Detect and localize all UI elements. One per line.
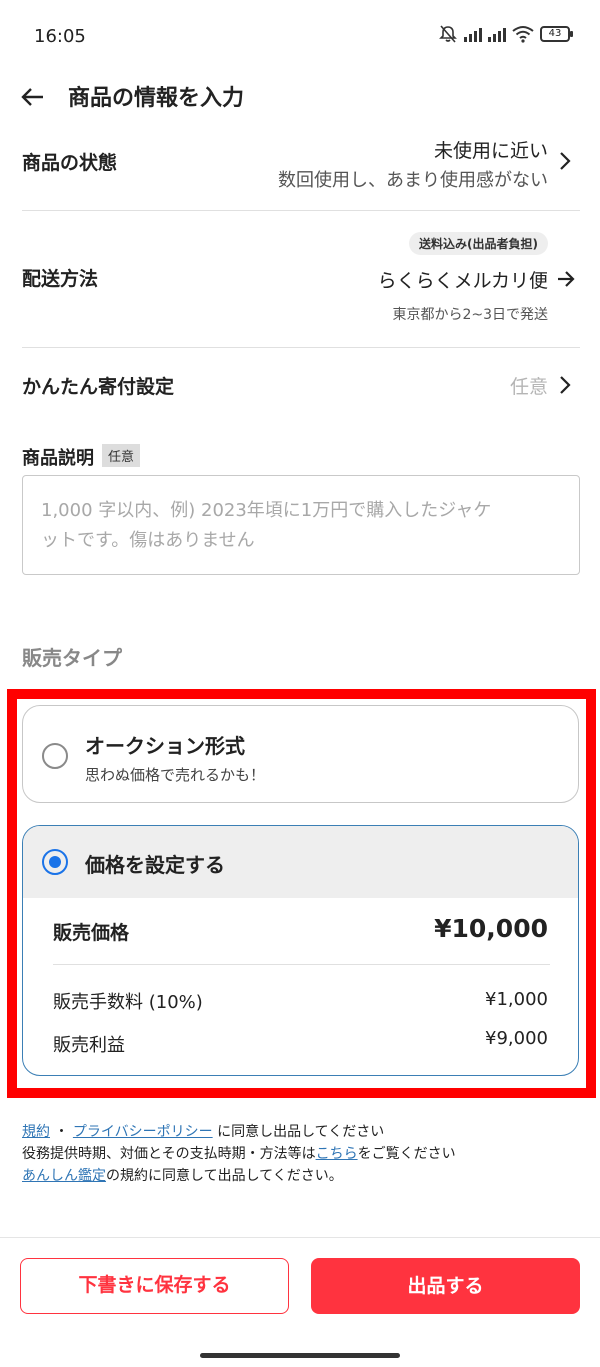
description-label: 商品説明 任意 <box>22 444 141 470</box>
signal-icon <box>464 26 482 42</box>
shipping-method: らくらくメルカリ便 <box>377 270 548 292</box>
condition-description: 数回使用し、あまり使用感がない <box>278 170 548 191</box>
auction-radio[interactable] <box>42 743 68 769</box>
shipping-badge: 送料込み(出品者負担) <box>409 232 548 255</box>
shipping-row[interactable]: 配送方法 送料込み(出品者負担) らくらくメルカリ便 東京都から2~3日で発送 <box>22 232 580 327</box>
profit-label: 販売利益 <box>53 1035 125 1056</box>
chevron-right-icon <box>560 376 571 394</box>
description-input[interactable]: 1,000 字以内、例) 2023年頃に1万円で購入したジャケ ットです。傷はあ… <box>22 475 580 575</box>
profit-value: ¥9,000 <box>485 1028 548 1049</box>
description-placeholder-line1: 1,000 字以内、例) 2023年頃に1万円で購入したジャケ <box>41 500 492 521</box>
arrow-right-icon <box>558 271 575 287</box>
divider <box>22 210 580 211</box>
condition-row[interactable]: 商品の状態 未使用に近い 数回使用し、あまり使用感がない <box>22 132 580 202</box>
battery-icon: 43 <box>540 26 573 42</box>
status-bar: 16:05 43 <box>0 0 600 72</box>
donation-row[interactable]: かんたん寄付設定 任意 <box>22 372 580 402</box>
here-link[interactable]: こちら <box>316 1146 358 1162</box>
status-time: 16:05 <box>34 26 86 47</box>
condition-label: 商品の状態 <box>22 152 118 174</box>
shipping-note: 東京都から2~3日で発送 <box>392 307 548 323</box>
anshin-appraisal-link[interactable]: あんしん鑑定 <box>22 1168 106 1184</box>
fee-value: ¥1,000 <box>485 989 548 1010</box>
terms-line-2: 役務提供時期、対価とその支払時期・方法等はこちらをご覧ください <box>22 1146 456 1162</box>
divider <box>22 347 580 348</box>
fixed-price-header[interactable]: 価格を設定する <box>23 826 578 898</box>
rules-link[interactable]: 規約 <box>22 1124 50 1140</box>
description-placeholder-line2: ットです。傷はありません <box>41 530 255 551</box>
back-arrow-icon[interactable] <box>18 82 48 112</box>
auction-title: オークション形式 <box>85 734 245 758</box>
app-header: 商品の情報を入力 <box>0 72 600 128</box>
fee-label: 販売手数料 (10%) <box>53 992 203 1013</box>
condition-value: 未使用に近い <box>433 140 548 162</box>
privacy-policy-link[interactable]: プライバシーポリシー <box>73 1124 213 1140</box>
signal-icon-2 <box>488 26 506 42</box>
auction-option-card[interactable]: オークション形式 思わぬ価格で売れるかも！ <box>22 705 579 803</box>
terms-text: 規約 ・ プライバシーポリシー に同意し出品してください 役務提供時期、対価とそ… <box>22 1121 456 1187</box>
shipping-label: 配送方法 <box>22 268 99 290</box>
divider <box>53 964 550 965</box>
home-indicator[interactable] <box>200 1353 400 1358</box>
sale-type-title: 販売タイプ <box>22 646 122 670</box>
chevron-right-icon <box>560 152 571 170</box>
footer-divider <box>0 1237 600 1238</box>
price-label: 販売価格 <box>53 922 130 944</box>
terms-line-3: あんしん鑑定の規約に同意して出品してください。 <box>22 1168 343 1184</box>
wifi-icon <box>512 26 534 43</box>
optional-tag: 任意 <box>102 444 141 467</box>
donation-value: 任意 <box>509 376 548 398</box>
donation-label: かんたん寄付設定 <box>22 376 175 398</box>
fixed-price-option-card[interactable]: 価格を設定する 販売価格 ¥10,000 販売手数料 (10%) ¥1,000 … <box>22 825 579 1076</box>
terms-line-1: 規約 ・ プライバシーポリシー に同意し出品してください <box>22 1124 385 1140</box>
description-header: 商品説明 任意 <box>22 444 580 470</box>
auction-subtitle: 思わぬ価格で売れるかも！ <box>85 766 266 784</box>
page-title: 商品の情報を入力 <box>68 86 245 111</box>
status-icons: 43 <box>438 24 573 44</box>
fixed-price-title: 価格を設定する <box>85 853 225 877</box>
price-input[interactable]: ¥10,000 <box>434 914 548 943</box>
mute-bell-icon <box>439 25 457 43</box>
list-item-button[interactable]: 出品する <box>311 1258 580 1314</box>
fixed-price-radio[interactable] <box>42 849 68 875</box>
save-draft-button[interactable]: 下書きに保存する <box>20 1258 289 1314</box>
